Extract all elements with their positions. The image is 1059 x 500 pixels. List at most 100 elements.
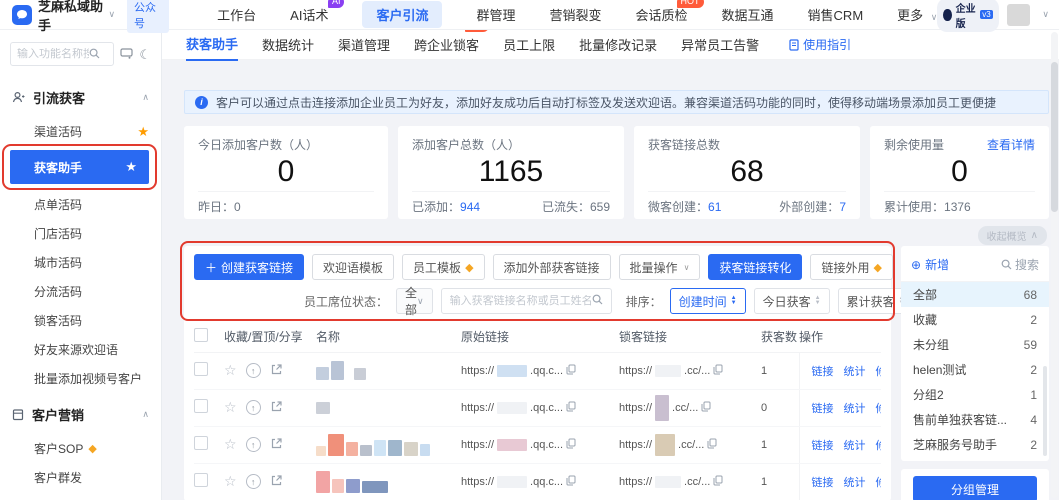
copy-icon[interactable] (566, 475, 576, 489)
pin-top-icon[interactable]: ↑ (246, 363, 261, 378)
favorite-star-icon[interactable]: ★ (125, 159, 137, 175)
action-link[interactable]: 链接 (812, 474, 834, 490)
sort-by-create-time[interactable]: 创建时间▲▼ (670, 288, 746, 314)
action-stats[interactable]: 统计 (844, 400, 866, 416)
sort-by-today-customers[interactable]: 今日获客▲▼ (754, 288, 830, 314)
sidebar-item-customer-sop[interactable]: 客户SOP ◆ (0, 434, 161, 463)
stat-foot-value[interactable]: 944 (460, 200, 480, 214)
group-search-button[interactable]: 搜索 (1001, 256, 1039, 273)
copy-icon[interactable] (707, 438, 717, 452)
topnav-data-interchange[interactable]: 数据互通 (722, 5, 774, 24)
sidebar-item-channel-qrcode[interactable]: 渠道活码 ★ (0, 117, 161, 146)
sidebar-item-friend-source-welcome[interactable]: 好友来源欢迎语 (0, 335, 161, 364)
share-icon[interactable] (270, 437, 283, 453)
tab-batch-modify-records[interactable]: 批量修改记录 (579, 29, 657, 60)
tab-cross-enterprise-lock[interactable]: 跨企业锁客new (414, 29, 479, 60)
sidebar-section-marketing[interactable]: 客户营销 ∧ (0, 399, 161, 430)
group-item-group2[interactable]: 分组21 (901, 382, 1049, 407)
topnav-more[interactable]: 更多 ∨ (897, 5, 937, 24)
sidebar-item-chase-broadcast[interactable]: 逐客群发 (0, 492, 161, 500)
group-item-ungrouped[interactable]: 未分组59 (901, 332, 1049, 357)
group-manage-button[interactable]: 分组管理 (913, 476, 1037, 500)
tab-data-statistics[interactable]: 数据统计 (262, 29, 314, 60)
link-search-box[interactable] (441, 288, 612, 314)
sidebar-item-city-qrcode[interactable]: 城市活码 (0, 248, 161, 277)
group-item-helen-test[interactable]: helen测试2 (901, 357, 1049, 382)
group-item-sesame-service[interactable]: 芝麻服务号助手2 (901, 432, 1049, 457)
row-checkbox[interactable] (194, 362, 208, 376)
pin-top-icon[interactable]: ↑ (246, 400, 261, 415)
topnav-group-management[interactable]: 群管理 (476, 5, 515, 24)
user-avatar[interactable] (1007, 4, 1031, 26)
group-item-all[interactable]: 全部68 (901, 282, 1049, 307)
stat-foot-value[interactable]: 7 (839, 200, 846, 214)
action-edit[interactable]: 修改 (876, 437, 882, 453)
group-item-presales[interactable]: 售前单独获客链...4 (901, 407, 1049, 432)
add-external-link-button[interactable]: 添加外部获客链接 (493, 254, 611, 280)
panel-scrollbar[interactable] (1043, 366, 1047, 456)
tab-employee-limit[interactable]: 员工上限 (503, 29, 555, 60)
seat-status-select[interactable]: 全部 ∨ (396, 288, 433, 314)
tab-acquisition-assistant[interactable]: 获客助手 (186, 28, 238, 61)
topnav-sales-crm[interactable]: 销售CRM (808, 5, 864, 24)
action-stats[interactable]: 统计 (844, 474, 866, 490)
sidebar-item-acquisition-assistant[interactable]: 获客助手 ★ (10, 150, 149, 184)
chevron-up-icon[interactable]: ∧ (142, 409, 149, 420)
topnav-workbench[interactable]: 工作台 (217, 5, 256, 24)
copy-icon[interactable] (566, 438, 576, 452)
copy-icon[interactable] (701, 401, 711, 415)
star-icon[interactable]: ☆ (224, 473, 237, 490)
favorite-star-icon[interactable]: ★ (137, 124, 149, 140)
action-link[interactable]: 链接 (812, 400, 834, 416)
sidebar-section-acquisition[interactable]: 引流获客 ∧ (0, 82, 161, 113)
sidebar-item-batch-video-customers[interactable]: 批量添加视频号客户 (0, 364, 161, 393)
sidebar-item-store-qrcode[interactable]: 门店活码 (0, 219, 161, 248)
batch-operation-button[interactable]: 批量操作∨ (619, 254, 701, 280)
topnav-marketing-fission[interactable]: 营销裂变 (550, 5, 602, 24)
star-icon[interactable]: ☆ (224, 399, 237, 416)
welcome-template-button[interactable]: 欢迎语模板 (312, 254, 394, 280)
account-chevron-down-icon[interactable]: ∨ (1042, 9, 1049, 20)
row-checkbox[interactable] (194, 473, 208, 487)
topnav-customer-acquisition[interactable]: 客户引流 (362, 1, 442, 28)
select-all-checkbox[interactable] (194, 328, 208, 342)
star-icon[interactable]: ☆ (224, 362, 237, 379)
action-edit[interactable]: 修改 (876, 363, 882, 379)
sidebar-item-lock-qrcode[interactable]: 锁客活码 (0, 306, 161, 335)
usage-guide-link[interactable]: 使用指引 (789, 36, 851, 53)
sidebar-item-split-qrcode[interactable]: 分流活码 (0, 277, 161, 306)
tab-channel-management[interactable]: 渠道管理 (338, 29, 390, 60)
action-edit[interactable]: 修改 (876, 400, 882, 416)
feedback-icon[interactable] (120, 48, 133, 61)
action-edit[interactable]: 修改 (876, 474, 882, 490)
pin-top-icon[interactable]: ↑ (246, 437, 261, 452)
copy-icon[interactable] (566, 401, 576, 415)
copy-icon[interactable] (566, 364, 576, 378)
collapse-overview-pill[interactable]: 收起概览∧ (978, 226, 1047, 245)
row-checkbox[interactable] (194, 436, 208, 450)
action-stats[interactable]: 统计 (844, 437, 866, 453)
copy-icon[interactable] (713, 364, 723, 378)
topnav-chat-inspection[interactable]: 会话质检HOT (636, 5, 688, 24)
action-stats[interactable]: 统计 (844, 363, 866, 379)
copy-icon[interactable] (713, 475, 723, 489)
chevron-up-icon[interactable]: ∧ (142, 92, 149, 103)
dark-mode-moon-icon[interactable]: ☾ (139, 48, 151, 61)
employee-template-button[interactable]: 员工模板◆ (402, 254, 484, 280)
sidebar-item-customer-broadcast[interactable]: 客户群发 (0, 463, 161, 492)
search-icon[interactable] (592, 294, 603, 308)
topnav-ai-script[interactable]: AI话术AI (290, 5, 328, 24)
link-external-use-button[interactable]: 链接外用◆ (810, 254, 892, 280)
logo-chevron-down-icon[interactable]: ∨ (108, 9, 115, 20)
action-link[interactable]: 链接 (812, 437, 834, 453)
row-checkbox[interactable] (194, 399, 208, 413)
add-group-button[interactable]: ⊕新增 (911, 256, 949, 273)
group-item-favorites[interactable]: 收藏2 (901, 307, 1049, 332)
pin-top-icon[interactable]: ↑ (246, 474, 261, 489)
share-icon[interactable] (270, 363, 283, 379)
action-link[interactable]: 链接 (812, 363, 834, 379)
tab-abnormal-employee-alert[interactable]: 异常员工告警 (681, 29, 759, 60)
link-conversion-button[interactable]: 获客链接转化 (708, 254, 802, 280)
page-scrollbar[interactable] (1051, 32, 1058, 498)
scrollbar-thumb[interactable] (1051, 62, 1058, 212)
